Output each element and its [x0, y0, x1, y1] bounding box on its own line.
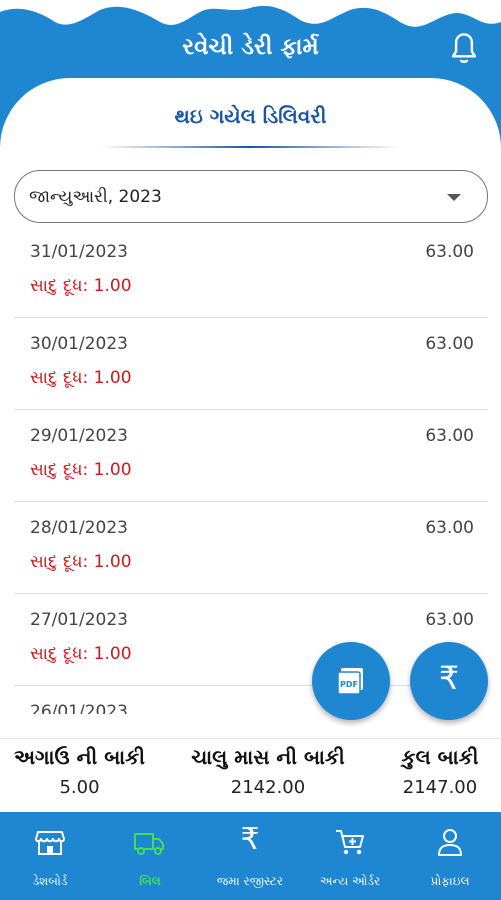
delivery-amount: 63.00 [425, 242, 474, 262]
nav-label-other-order: અન્ય ઓર્ડર [319, 874, 381, 888]
pdf-icon: PDF [337, 668, 363, 695]
truck-icon [134, 833, 164, 855]
nav-label-dashboard: ડેશબોર્ડ [32, 874, 68, 888]
delivery-date: 30/01/2023 [30, 334, 128, 354]
nav-item-dashboard[interactable]: ડેશબોર્ડ [0, 812, 100, 900]
total-balance-value: 2147.00 [402, 777, 478, 798]
page-title: થઇ ગયેલ ડિલિવરી [174, 104, 327, 128]
dropdown-arrow-icon [447, 194, 461, 201]
app-title: રવેચી ડેરી ફાર્મ [182, 34, 319, 60]
delivery-amount: 63.00 [425, 334, 474, 354]
month-select-value: જાન્યુઆરી, 2023 [29, 187, 162, 207]
current-month-balance-label: ચાલુ માસ ની બાકી [191, 745, 345, 769]
list-item[interactable]: 31/01/2023 63.00 સાદુ દૂધ: 1.00 [14, 226, 488, 318]
title-divider [100, 146, 400, 148]
delivery-detail: સાદુ દૂધ: 1.00 [30, 552, 132, 572]
list-item[interactable]: 30/01/2023 63.00 સાદુ દૂધ: 1.00 [14, 318, 488, 410]
current-month-balance: ચાલુ માસ ની બાકી 2142.00 [168, 745, 368, 798]
delivery-date: 31/01/2023 [30, 242, 128, 262]
store-icon [35, 831, 65, 855]
svg-text:PDF: PDF [340, 680, 358, 689]
bottom-nav: ડેશબોર્ડ બિલ ₹ જમા રજીસ્ટર અન્ય ઓર્ડર પ્… [0, 812, 501, 900]
delivery-detail: સાદુ દૂધ: 1.00 [30, 368, 132, 388]
balance-summary: અગાઉ ની બાકી 5.00 ચાલુ માસ ની બાકી 2142.… [0, 738, 501, 810]
nav-item-other-order[interactable]: અન્ય ઓર્ડર [300, 812, 400, 900]
advance-balance-value: 5.00 [59, 777, 100, 798]
rupee-icon: ₹ [240, 822, 260, 857]
list-item[interactable]: 28/01/2023 63.00 સાદુ દૂધ: 1.00 [14, 502, 488, 594]
delivery-amount: 63.00 [425, 426, 474, 446]
nav-item-profile[interactable]: પ્રોફાઇલ [400, 812, 500, 900]
delivery-amount: 63.00 [425, 610, 474, 630]
nav-item-deposit-register[interactable]: ₹ જમા રજીસ્ટર [200, 812, 300, 900]
delivery-date: 28/01/2023 [30, 518, 128, 538]
delivery-list[interactable]: 31/01/2023 63.00 સાદુ દૂધ: 1.00 30/01/20… [14, 226, 488, 714]
delivery-detail: સાદુ દૂધ: 1.00 [30, 644, 132, 664]
nav-label-bill: બિલ [139, 874, 161, 888]
user-icon [438, 829, 462, 856]
nav-label-deposit-register: જમા રજીસ્ટર [216, 874, 284, 888]
rupee-icon: ₹ [438, 659, 460, 697]
delivery-detail: સાદુ દૂધ: 1.00 [30, 276, 132, 296]
payment-button[interactable]: ₹ [410, 642, 488, 720]
delivery-date: 27/01/2023 [30, 610, 128, 630]
advance-balance-label: અગાઉ ની બાકી [13, 745, 146, 769]
list-item[interactable]: 29/01/2023 63.00 સાદુ દૂધ: 1.00 [14, 410, 488, 502]
nav-label-profile: પ્રોફાઇલ [430, 874, 470, 888]
total-balance: કુલ બાકી 2147.00 [384, 745, 496, 798]
current-month-balance-value: 2142.00 [230, 777, 306, 798]
delivery-date: 29/01/2023 [30, 426, 128, 446]
pdf-button[interactable]: PDF [312, 642, 390, 720]
delivery-amount: 63.00 [425, 518, 474, 538]
bell-icon[interactable] [449, 32, 479, 66]
month-select[interactable]: જાન્યુઆરી, 2023 [14, 170, 488, 223]
delivery-detail: સાદુ દૂધ: 1.00 [30, 460, 132, 480]
advance-balance: અગાઉ ની બાકી 5.00 [2, 745, 157, 798]
cart-icon [336, 830, 364, 855]
delivery-date: 26/01/2023 [30, 702, 128, 714]
nav-item-bill[interactable]: બિલ [100, 812, 200, 900]
total-balance-label: કુલ બાકી [401, 745, 479, 769]
